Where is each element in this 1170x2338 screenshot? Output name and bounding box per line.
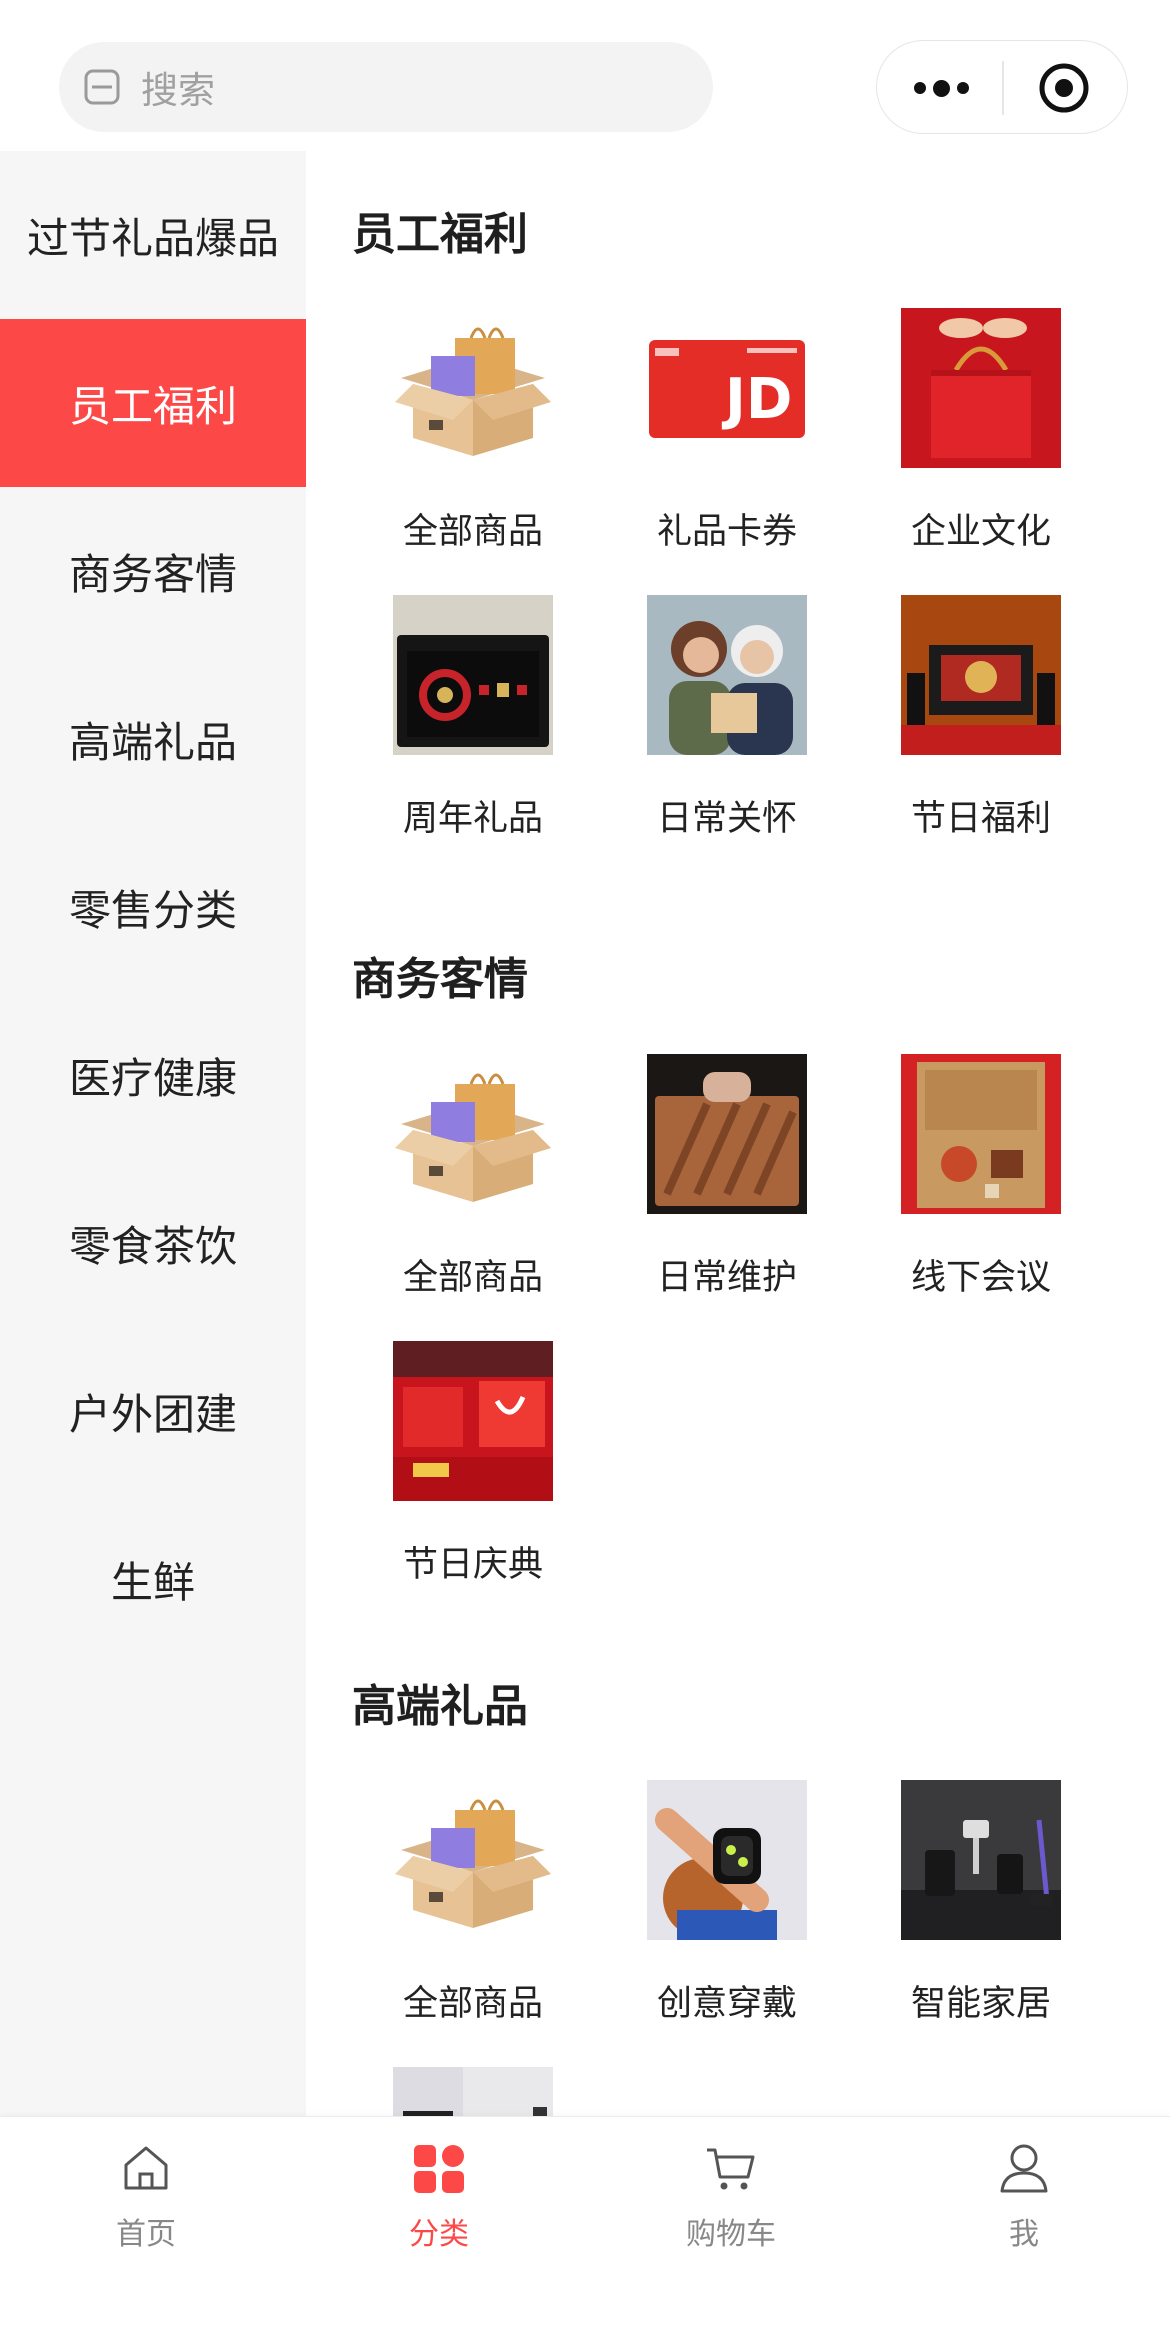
category-tile[interactable]: 全部商品 xyxy=(330,308,590,568)
category-tile[interactable]: 节日庆典 xyxy=(330,1341,590,1601)
all-products-box-icon xyxy=(395,327,551,456)
category-content: 员工福利 全部商品 JD 礼品卡券 企业文化 周年礼品 日常关怀 节日福利 商务… xyxy=(306,150,1170,2116)
top-bar: 搜索 xyxy=(0,0,1170,150)
daily-maintenance-image xyxy=(647,1054,807,1214)
tab-label: 首页 xyxy=(116,2217,176,2252)
creative-wearable-image xyxy=(647,1780,807,1940)
search-input[interactable]: 搜索 xyxy=(59,42,713,132)
scan-icon xyxy=(84,69,120,105)
sidebar-item-premium-gifts[interactable]: 高端礼品 xyxy=(0,655,306,823)
capsule-divider xyxy=(1002,61,1004,115)
category-tile[interactable]: 周年礼品 xyxy=(330,595,590,855)
category-tile[interactable] xyxy=(330,2067,590,2116)
sidebar-item-holiday-hot[interactable]: 过节礼品爆品 xyxy=(0,151,306,319)
category-tile[interactable]: 节日福利 xyxy=(838,595,1098,855)
category-tile[interactable]: 全部商品 xyxy=(330,1780,590,2040)
tile-label: 周年礼品 xyxy=(402,799,543,839)
section-title-employee-welfare: 员工福利 xyxy=(352,209,528,260)
search-placeholder: 搜索 xyxy=(141,69,215,112)
tile-label: 线下会议 xyxy=(910,1258,1051,1298)
tile-label: 智能家居 xyxy=(910,1984,1051,2024)
category-icon xyxy=(414,2145,464,2193)
tile-label: 日常维护 xyxy=(656,1258,797,1298)
tab-home[interactable]: 首页 xyxy=(0,2117,292,2338)
sidebar-item-employee-welfare[interactable]: 员工福利 xyxy=(0,319,306,487)
section-title-premium-gifts: 高端礼品 xyxy=(352,1681,528,1732)
category-tile[interactable]: JD 礼品卡券 xyxy=(584,308,844,568)
sidebar-item-retail[interactable]: 零售分类 xyxy=(0,823,306,991)
holiday-celebration-image xyxy=(393,1341,553,1501)
smart-home-image xyxy=(901,1780,1061,1940)
target-circle-icon[interactable] xyxy=(1037,61,1091,115)
category-tile[interactable]: 创意穿戴 xyxy=(584,1780,844,2040)
category-tile[interactable]: 智能家居 xyxy=(838,1780,1098,2040)
section-title-business: 商务客情 xyxy=(352,954,528,1005)
category-tile[interactable]: 日常关怀 xyxy=(584,595,844,855)
sidebar-item-outdoor[interactable]: 户外团建 xyxy=(0,1327,306,1495)
sidebar-item-medical[interactable]: 医疗健康 xyxy=(0,991,306,1159)
partially-visible-product-image xyxy=(393,2067,553,2116)
tab-label: 分类 xyxy=(409,2217,469,2252)
red-gift-bag-image xyxy=(901,308,1061,468)
bottom-tab-bar: 首页 分类 购物车 我 xyxy=(0,2116,1170,2338)
more-dots-icon[interactable] xyxy=(905,68,977,108)
category-tile[interactable]: 日常维护 xyxy=(584,1054,844,1314)
gift-card-logo-text: JD xyxy=(721,367,792,432)
daily-care-image xyxy=(647,595,807,755)
mini-program-capsule xyxy=(876,40,1128,134)
tile-label: 礼品卡券 xyxy=(656,512,797,552)
gift-card-image: JD xyxy=(647,308,807,468)
tile-label: 全部商品 xyxy=(402,1258,543,1298)
home-icon xyxy=(124,2146,168,2190)
all-products-box-icon xyxy=(395,1799,551,1928)
tile-label: 节日庆典 xyxy=(402,1545,543,1585)
sidebar-item-business[interactable]: 商务客情 xyxy=(0,487,306,655)
tile-label: 节日福利 xyxy=(910,799,1051,839)
category-tile[interactable]: 企业文化 xyxy=(838,308,1098,568)
category-sidebar: 过节礼品爆品 员工福利 商务客情 高端礼品 零售分类 医疗健康 零食茶饮 户外团… xyxy=(0,151,306,2116)
sidebar-item-snacks-tea[interactable]: 零食茶饮 xyxy=(0,1159,306,1327)
tile-label: 创意穿戴 xyxy=(656,1984,797,2024)
tab-label: 我 xyxy=(1009,2217,1039,2252)
sidebar-item-fresh[interactable]: 生鲜 xyxy=(0,1495,306,1663)
category-tile[interactable]: 全部商品 xyxy=(330,1054,590,1314)
holiday-welfare-image xyxy=(901,595,1061,755)
tab-cart[interactable]: 购物车 xyxy=(585,2117,877,2338)
offline-meeting-image xyxy=(901,1054,1061,1214)
tile-label: 全部商品 xyxy=(402,512,543,552)
tab-label: 购物车 xyxy=(686,2217,776,2252)
user-icon xyxy=(1000,2144,1048,2193)
tile-label: 全部商品 xyxy=(402,1984,543,2024)
anniversary-gift-image xyxy=(393,595,553,755)
tab-me[interactable]: 我 xyxy=(878,2117,1170,2338)
tab-category[interactable]: 分类 xyxy=(293,2117,585,2338)
all-products-box-icon xyxy=(395,1073,551,1202)
cart-icon xyxy=(707,2148,755,2190)
category-tile[interactable]: 线下会议 xyxy=(838,1054,1098,1314)
tile-label: 日常关怀 xyxy=(656,799,797,839)
tile-label: 企业文化 xyxy=(910,512,1051,552)
